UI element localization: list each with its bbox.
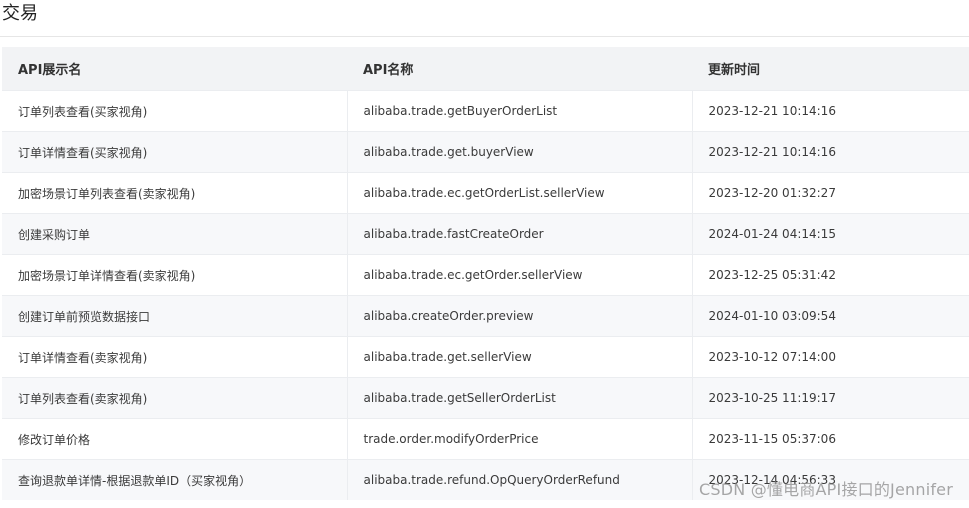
table-header: API展示名 API名称 更新时间 <box>2 47 969 91</box>
cell-api-name: alibaba.createOrder.preview <box>346 295 692 337</box>
table-row[interactable]: 加密场景订单详情查看(卖家视角) alibaba.trade.ec.getOrd… <box>2 254 969 296</box>
column-header-updated-at: 更新时间 <box>692 47 969 91</box>
table-row[interactable]: 创建订单前预览数据接口 alibaba.createOrder.preview … <box>2 295 969 337</box>
cell-display-name: 创建订单前预览数据接口 <box>2 295 347 337</box>
api-table: API展示名 API名称 更新时间 订单列表查看(买家视角) alibaba.t… <box>2 47 969 500</box>
column-header-api-name: API名称 <box>347 47 692 91</box>
cell-api-name: alibaba.trade.ec.getOrder.sellerView <box>346 254 692 296</box>
table-row[interactable]: 订单列表查看(卖家视角) alibaba.trade.getSellerOrde… <box>2 377 969 419</box>
cell-api-name: alibaba.trade.get.buyerView <box>346 131 692 173</box>
title-divider <box>0 36 969 37</box>
cell-display-name: 订单详情查看(买家视角) <box>2 131 347 173</box>
cell-api-name: alibaba.trade.ec.getOrderList.sellerView <box>346 172 692 214</box>
cell-updated-at: 2023-12-20 01:32:27 <box>691 172 969 214</box>
cell-api-name: alibaba.trade.get.sellerView <box>346 336 692 378</box>
table-row[interactable]: 加密场景订单列表查看(卖家视角) alibaba.trade.ec.getOrd… <box>2 172 969 214</box>
cell-api-name: alibaba.trade.getBuyerOrderList <box>346 90 692 132</box>
table-row[interactable]: 订单详情查看(买家视角) alibaba.trade.get.buyerView… <box>2 131 969 173</box>
cell-updated-at: 2024-01-10 03:09:54 <box>691 295 969 337</box>
cell-updated-at: 2023-11-15 05:37:06 <box>691 418 969 460</box>
section-title: 交易 <box>2 3 38 24</box>
cell-display-name: 创建采购订单 <box>2 213 347 255</box>
cell-api-name: alibaba.trade.fastCreateOrder <box>346 213 692 255</box>
watermark: CSDN @懂电商API接口的Jennifer <box>699 480 953 499</box>
table-row[interactable]: 修改订单价格 trade.order.modifyOrderPrice 2023… <box>2 418 969 460</box>
cell-display-name: 加密场景订单列表查看(卖家视角) <box>2 172 347 214</box>
table-row[interactable]: 订单列表查看(买家视角) alibaba.trade.getBuyerOrder… <box>2 90 969 132</box>
column-header-display-name: API展示名 <box>2 47 347 91</box>
cell-api-name: alibaba.trade.getSellerOrderList <box>346 377 692 419</box>
cell-updated-at: 2023-12-21 10:14:16 <box>691 90 969 132</box>
cell-updated-at: 2023-12-25 05:31:42 <box>691 254 969 296</box>
cell-display-name: 加密场景订单详情查看(卖家视角) <box>2 254 347 296</box>
table-header-row: API展示名 API名称 更新时间 <box>2 47 969 91</box>
cell-display-name: 订单详情查看(卖家视角) <box>2 336 347 378</box>
cell-updated-at: 2024-01-24 04:14:15 <box>691 213 969 255</box>
cell-display-name: 修改订单价格 <box>2 418 347 460</box>
cell-api-name: trade.order.modifyOrderPrice <box>346 418 692 460</box>
table-row[interactable]: 订单详情查看(卖家视角) alibaba.trade.get.sellerVie… <box>2 336 969 378</box>
table-body: 订单列表查看(买家视角) alibaba.trade.getBuyerOrder… <box>2 90 969 500</box>
table-row[interactable]: 创建采购订单 alibaba.trade.fastCreateOrder 202… <box>2 213 969 255</box>
cell-display-name: 订单列表查看(买家视角) <box>2 90 347 132</box>
cell-api-name: alibaba.trade.refund.OpQueryOrderRefund <box>346 459 692 500</box>
cell-display-name: 订单列表查看(卖家视角) <box>2 377 347 419</box>
cell-updated-at: 2023-10-25 11:19:17 <box>691 377 969 419</box>
cell-display-name: 查询退款单详情-根据退款单ID（买家视角） <box>2 459 347 500</box>
cell-updated-at: 2023-10-12 07:14:00 <box>691 336 969 378</box>
cell-updated-at: 2023-12-21 10:14:16 <box>691 131 969 173</box>
